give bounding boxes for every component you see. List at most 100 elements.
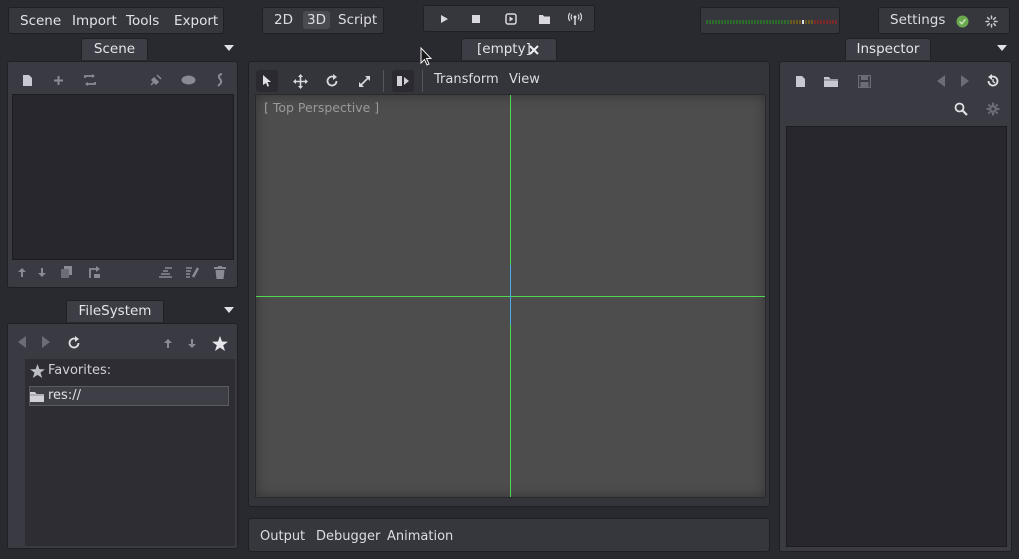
menu-import[interactable]: Import — [72, 8, 117, 34]
camera-override-icon[interactable] — [392, 70, 414, 92]
transform-menu[interactable]: Transform — [434, 72, 499, 87]
spinner-icon[interactable] — [984, 14, 998, 28]
new-node-icon[interactable] — [19, 72, 35, 88]
fs-up-icon[interactable] — [162, 336, 174, 350]
debugger-tab[interactable]: Debugger — [316, 529, 380, 544]
meter-segment — [748, 20, 750, 24]
rotate-tool-icon[interactable] — [321, 70, 343, 92]
load-resource-icon[interactable] — [822, 73, 840, 89]
update-indicator-icon[interactable] — [955, 14, 969, 28]
viewport-panel: Transform View [ Top Perspective ] — [248, 61, 770, 507]
move-down-icon[interactable] — [36, 265, 48, 279]
favorites-star-icon — [28, 363, 46, 379]
settings-bar: Settings — [878, 7, 1010, 34]
script-icon[interactable] — [212, 72, 228, 88]
mode-2d-button[interactable]: 2D — [274, 12, 293, 28]
meter-segment — [709, 20, 711, 24]
meter-segment — [826, 20, 828, 24]
mode-3d-button[interactable]: 3D — [303, 11, 330, 29]
meter-segment — [805, 20, 807, 24]
object-history-icon[interactable] — [985, 73, 1001, 89]
meter-segment — [760, 20, 762, 24]
meter-segment — [832, 20, 834, 24]
meter-segment — [793, 20, 795, 24]
forward-icon[interactable] — [40, 335, 52, 349]
remote-debug-icon[interactable] — [567, 11, 583, 27]
3d-viewport[interactable]: [ Top Perspective ] — [255, 94, 766, 498]
meter-segment — [757, 20, 759, 24]
history-forward-icon[interactable] — [959, 74, 971, 88]
editor-tab-label: [empty] — [477, 41, 531, 57]
history-back-icon[interactable] — [935, 74, 947, 88]
meter-segment — [751, 20, 753, 24]
duplicate-icon[interactable] — [59, 265, 73, 279]
mouse-cursor-icon — [419, 46, 433, 66]
tab-filesystem[interactable]: FileSystem — [66, 300, 164, 322]
refresh-icon[interactable] — [66, 335, 82, 351]
meter-segment — [745, 20, 747, 24]
meter-segment — [820, 20, 822, 24]
plug-icon[interactable] — [148, 72, 164, 88]
mode-switcher: 2D 3D Script — [262, 7, 384, 34]
meter-segment — [829, 20, 831, 24]
meter-segment — [775, 20, 777, 24]
viewport-label: [ Top Perspective ] — [264, 100, 380, 115]
back-icon[interactable] — [16, 335, 28, 349]
save-resource-icon[interactable] — [856, 73, 872, 89]
meter-segment — [796, 20, 798, 24]
tab-empty-scene[interactable]: [empty] — [461, 38, 557, 60]
search-icon[interactable] — [953, 101, 969, 117]
instance-scene-icon[interactable] — [82, 72, 98, 88]
play-icon[interactable] — [436, 11, 452, 27]
audio-meter-bars — [706, 20, 837, 24]
tab-inspector[interactable]: Inspector — [845, 38, 931, 60]
tab-scene[interactable]: Scene — [81, 38, 148, 60]
meter-segment — [718, 20, 720, 24]
file-item-res[interactable]: res:// — [29, 386, 229, 406]
scale-tool-icon[interactable] — [353, 70, 375, 92]
meter-segment — [721, 20, 723, 24]
scene-dock-menu-icon[interactable] — [223, 43, 235, 53]
favorite-star-icon[interactable] — [211, 335, 229, 351]
meter-segment — [742, 20, 744, 24]
play-scene-icon[interactable] — [503, 11, 519, 27]
merge-scene-icon[interactable] — [157, 265, 173, 279]
menu-tools[interactable]: Tools — [126, 8, 159, 34]
close-tab-icon[interactable] — [528, 44, 540, 56]
file-tree[interactable]: Favorites: res:// — [25, 359, 235, 546]
play-controls — [423, 5, 595, 32]
meter-segment — [802, 20, 804, 24]
z-axis-line — [510, 265, 511, 325]
add-child-icon[interactable] — [50, 72, 66, 88]
animation-tab[interactable]: Animation — [387, 529, 453, 544]
reparent-icon[interactable] — [87, 265, 101, 279]
meter-segment — [823, 20, 825, 24]
output-tab[interactable]: Output — [260, 529, 305, 544]
menu-export[interactable]: Export — [174, 8, 218, 34]
edit-script-icon[interactable] — [184, 265, 200, 279]
meter-segment — [778, 20, 780, 24]
inspector-property-list[interactable] — [786, 126, 1007, 547]
delete-icon[interactable] — [213, 265, 227, 279]
meter-segment — [787, 20, 789, 24]
move-tool-icon[interactable] — [289, 70, 311, 92]
meter-segment — [715, 20, 717, 24]
stop-icon[interactable] — [468, 11, 484, 27]
filesystem-dock-menu-icon[interactable] — [223, 305, 235, 315]
meter-segment — [799, 20, 801, 24]
view-menu[interactable]: View — [509, 72, 540, 87]
move-up-icon[interactable] — [16, 265, 28, 279]
new-resource-icon[interactable] — [792, 73, 808, 89]
fs-down-icon[interactable] — [186, 336, 198, 350]
toolbar-separator — [383, 70, 384, 92]
menu-scene[interactable]: Scene — [20, 8, 61, 34]
gear-icon[interactable] — [985, 101, 1001, 117]
audio-meter — [700, 7, 840, 34]
groups-icon[interactable] — [180, 72, 196, 88]
mode-script-button[interactable]: Script — [338, 12, 377, 28]
inspector-dock-menu-icon[interactable] — [996, 43, 1008, 53]
settings-button[interactable]: Settings — [890, 12, 945, 28]
select-tool-icon[interactable] — [256, 70, 278, 92]
scene-tree[interactable] — [12, 94, 234, 260]
play-custom-icon[interactable] — [536, 11, 552, 27]
